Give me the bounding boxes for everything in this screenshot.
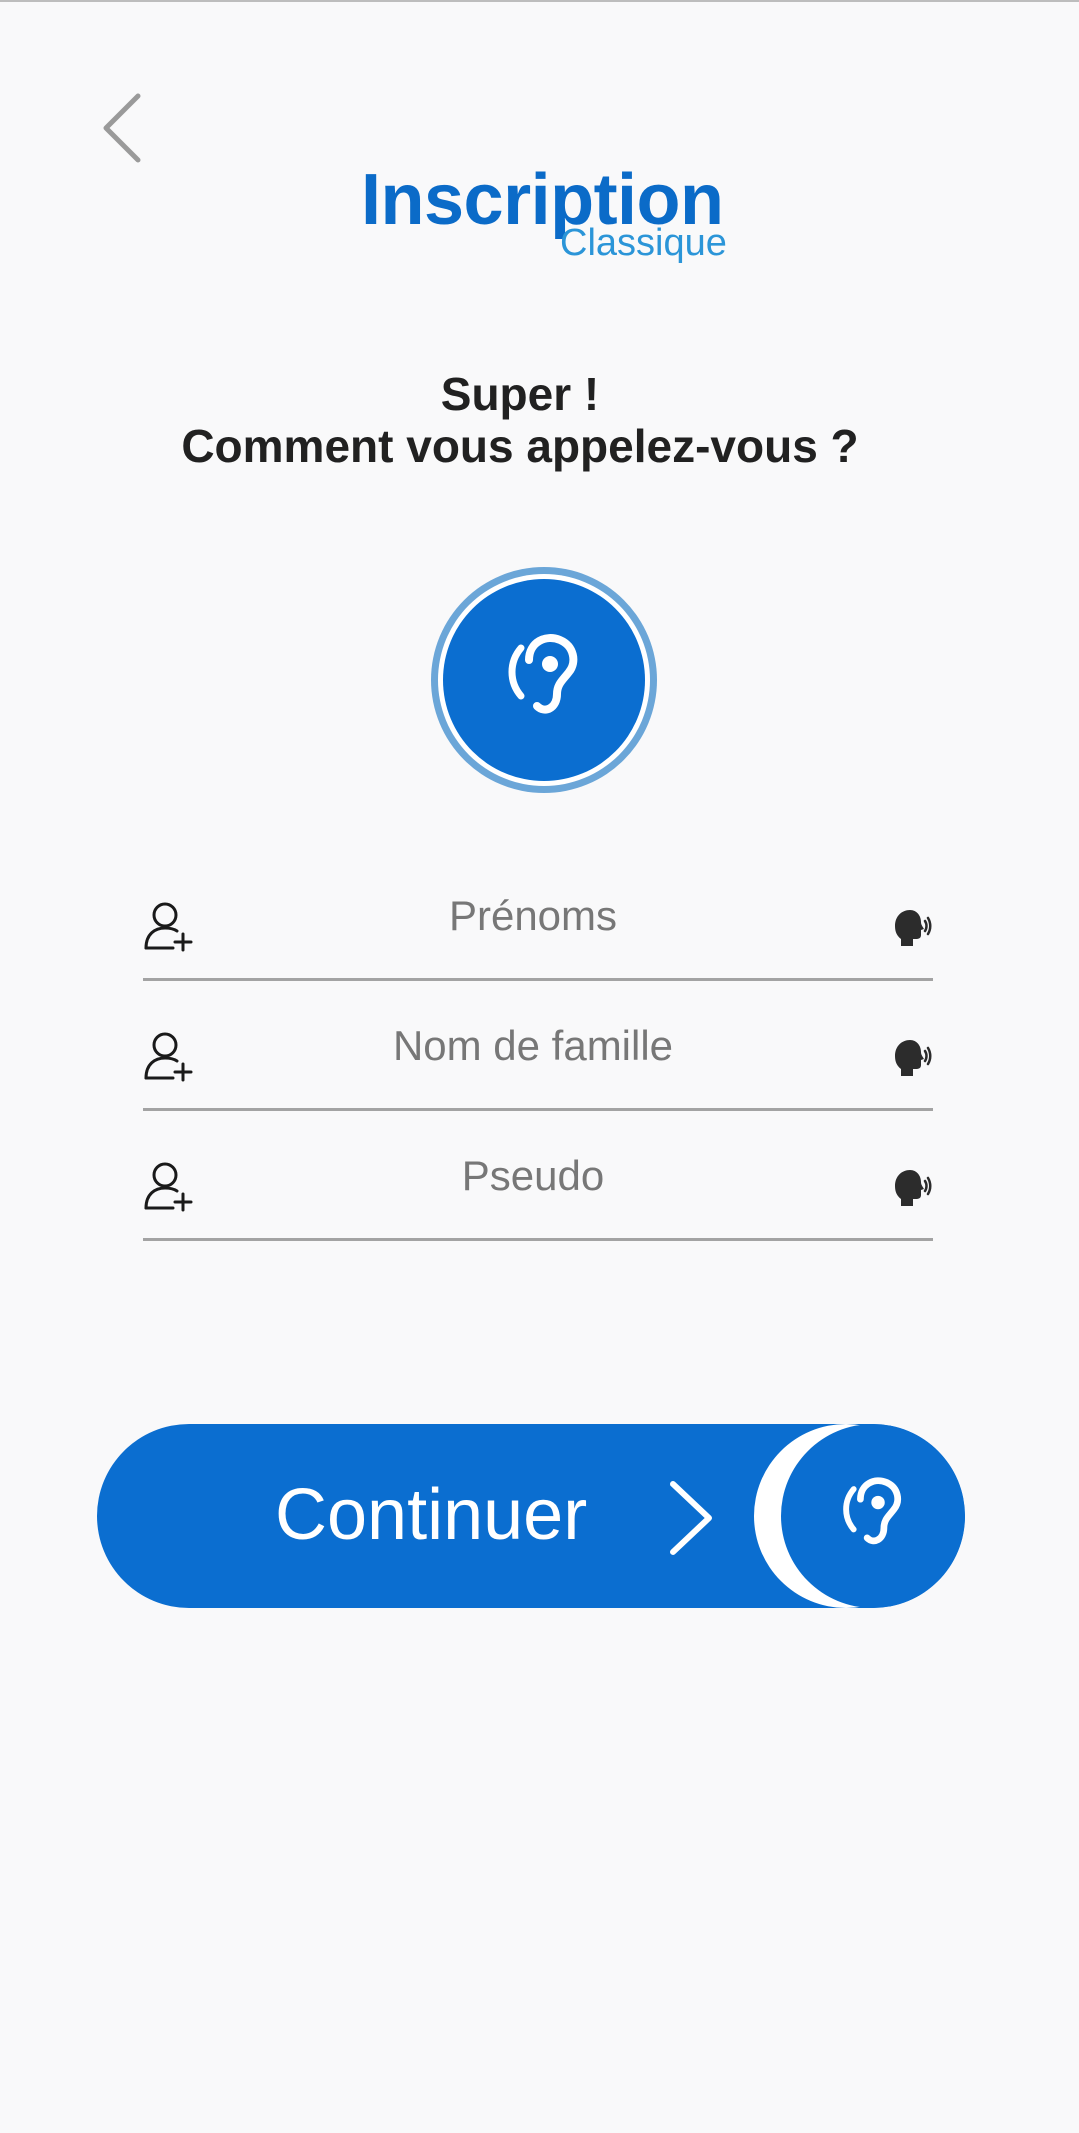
speaking-head-icon[interactable] bbox=[891, 1168, 933, 1208]
listen-button-core bbox=[443, 579, 645, 781]
status-bar-divider bbox=[0, 0, 1079, 2]
question-line-2: Comment vous appelez-vous ? bbox=[181, 420, 859, 472]
question-heading: Super ! Comment vous appelez-vous ? bbox=[0, 368, 1040, 472]
add-user-icon bbox=[144, 1032, 193, 1082]
add-user-icon bbox=[144, 902, 193, 952]
nickname-input[interactable]: Pseudo bbox=[203, 1150, 863, 1202]
speaking-head-icon[interactable] bbox=[891, 908, 933, 948]
signup-screen: Inscription Classique Super ! Comment vo… bbox=[0, 0, 1079, 2133]
first-name-input[interactable]: Prénoms bbox=[203, 890, 863, 942]
listen-button-ring bbox=[438, 574, 650, 786]
chevron-right-icon bbox=[670, 1481, 712, 1555]
back-button[interactable] bbox=[92, 88, 156, 168]
question-line-1: Super ! bbox=[440, 368, 600, 420]
continue-button[interactable]: Continuer bbox=[97, 1424, 965, 1608]
chevron-left-icon bbox=[103, 93, 141, 163]
continue-label: Continuer bbox=[275, 1475, 588, 1555]
ear-icon bbox=[843, 1477, 902, 1545]
speaking-head-icon[interactable] bbox=[891, 1038, 933, 1078]
page-title: Inscription Classique bbox=[350, 158, 750, 278]
nickname-field[interactable]: Pseudo bbox=[143, 1110, 933, 1241]
last-name-field[interactable]: Nom de famille bbox=[143, 980, 933, 1111]
first-name-field[interactable]: Prénoms bbox=[143, 850, 933, 981]
subtitle-text: Classique bbox=[560, 222, 727, 264]
slider-knob[interactable] bbox=[781, 1424, 965, 1608]
add-user-icon bbox=[144, 1162, 193, 1212]
listen-button[interactable] bbox=[431, 567, 657, 793]
last-name-input[interactable]: Nom de famille bbox=[203, 1020, 863, 1072]
ear-icon bbox=[508, 634, 578, 714]
